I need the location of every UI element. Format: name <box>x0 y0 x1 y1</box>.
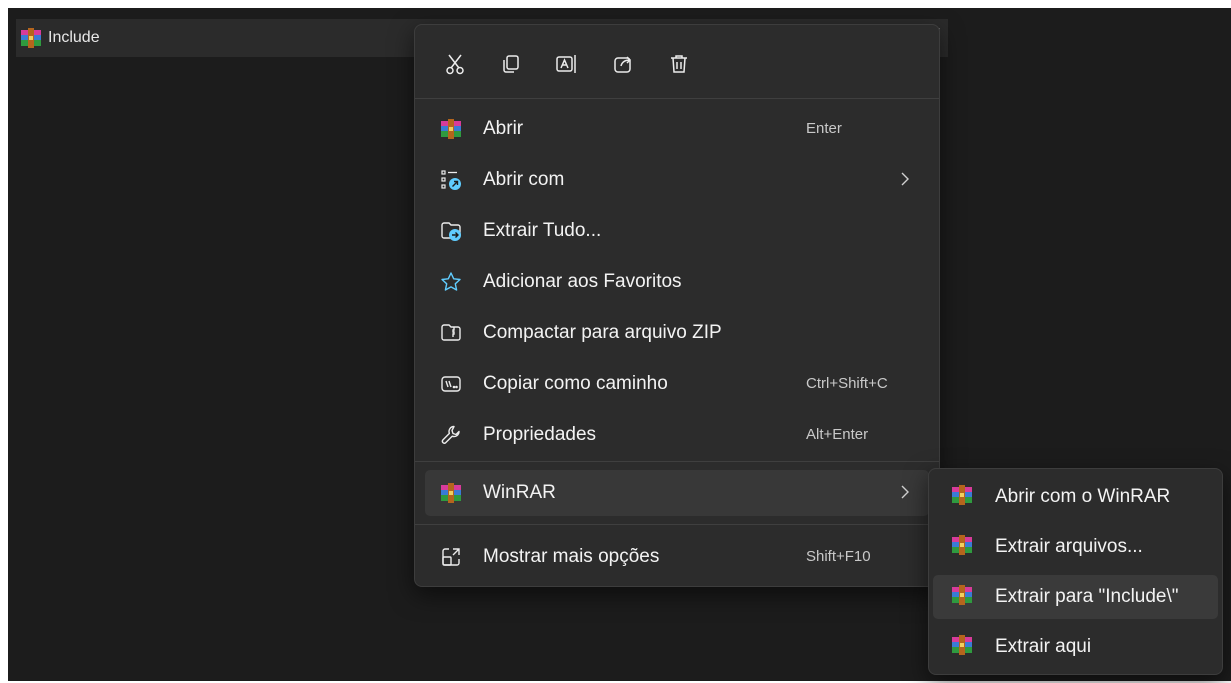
menu-item-shortcut: Enter <box>806 120 842 137</box>
submenu-item-extrair-arquivos[interactable]: Extrair arquivos... <box>933 525 1218 569</box>
winrar-archive-icon <box>20 28 42 48</box>
menu-item-abrir[interactable]: Abrir Enter <box>425 106 929 152</box>
show-more-options-icon <box>439 545 463 569</box>
menu-item-winrar[interactable]: WinRAR <box>425 470 929 516</box>
copy-icon[interactable] <box>496 49 526 79</box>
menu-item-abrir-com[interactable]: Abrir com <box>425 157 929 203</box>
cut-icon[interactable] <box>440 49 470 79</box>
menu-item-compactar-zip[interactable]: Compactar para arquivo ZIP <box>425 310 929 356</box>
winrar-icon <box>951 635 973 655</box>
menu-item-label: Copiar como caminho <box>483 373 668 394</box>
chevron-right-icon <box>899 483 911 501</box>
submenu-item-extrair-para-include[interactable]: Extrair para "Include\" <box>933 575 1218 619</box>
submenu-item-abrir-winrar[interactable]: Abrir com o WinRAR <box>933 475 1218 519</box>
winrar-icon <box>951 585 973 605</box>
extract-all-icon <box>439 219 463 243</box>
separator <box>415 461 939 462</box>
share-icon[interactable] <box>608 49 638 79</box>
menu-item-adicionar-favoritos[interactable]: Adicionar aos Favoritos <box>425 259 929 305</box>
menu-item-shortcut: Alt+Enter <box>806 426 869 443</box>
open-with-icon <box>439 168 463 192</box>
winrar-icon <box>439 481 463 505</box>
submenu-item-label: Abrir com o WinRAR <box>995 486 1171 507</box>
context-menu: Abrir Enter Abrir com Extrair Tudo... Ad… <box>414 24 940 587</box>
submenu-item-extrair-aqui[interactable]: Extrair aqui <box>933 625 1218 669</box>
menu-item-extrair-tudo[interactable]: Extrair Tudo... <box>425 208 929 254</box>
menu-item-copiar-caminho[interactable]: Copiar como caminho Ctrl+Shift+C <box>425 361 929 407</box>
separator <box>415 98 939 99</box>
chevron-right-icon <box>899 170 911 188</box>
star-icon <box>439 270 463 294</box>
winrar-submenu: Abrir com o WinRAR Extrair arquivos... E… <box>928 468 1223 675</box>
winrar-icon <box>439 117 463 141</box>
menu-item-shortcut: Ctrl+Shift+C <box>806 375 888 392</box>
menu-item-shortcut: Shift+F10 <box>806 548 871 565</box>
delete-icon[interactable] <box>664 49 694 79</box>
submenu-item-label: Extrair para "Include\" <box>995 586 1179 607</box>
menu-item-propriedades[interactable]: Propriedades Alt+Enter <box>425 412 929 458</box>
menu-item-label: Adicionar aos Favoritos <box>483 271 682 292</box>
menu-item-label: WinRAR <box>483 482 556 503</box>
submenu-item-label: Extrair aqui <box>995 636 1092 657</box>
winrar-icon <box>951 485 973 505</box>
file-name: Include <box>48 29 100 46</box>
menu-item-label: Extrair Tudo... <box>483 220 602 241</box>
menu-item-label: Mostrar mais opções <box>483 546 660 567</box>
separator <box>415 524 939 525</box>
submenu-item-label: Extrair arquivos... <box>995 536 1143 557</box>
menu-item-mostrar-mais-opcoes[interactable]: Mostrar mais opções Shift+F10 <box>425 534 929 580</box>
copy-path-icon <box>439 372 463 396</box>
wrench-icon <box>439 423 463 447</box>
menu-item-label: Propriedades <box>483 424 597 445</box>
menu-item-label: Abrir com <box>483 169 565 190</box>
winrar-icon <box>951 535 973 555</box>
zip-icon <box>439 321 463 345</box>
rename-icon[interactable] <box>552 49 582 79</box>
menu-item-label: Compactar para arquivo ZIP <box>483 322 722 343</box>
context-menu-toolbar <box>415 25 939 99</box>
menu-item-label: Abrir <box>483 118 524 139</box>
